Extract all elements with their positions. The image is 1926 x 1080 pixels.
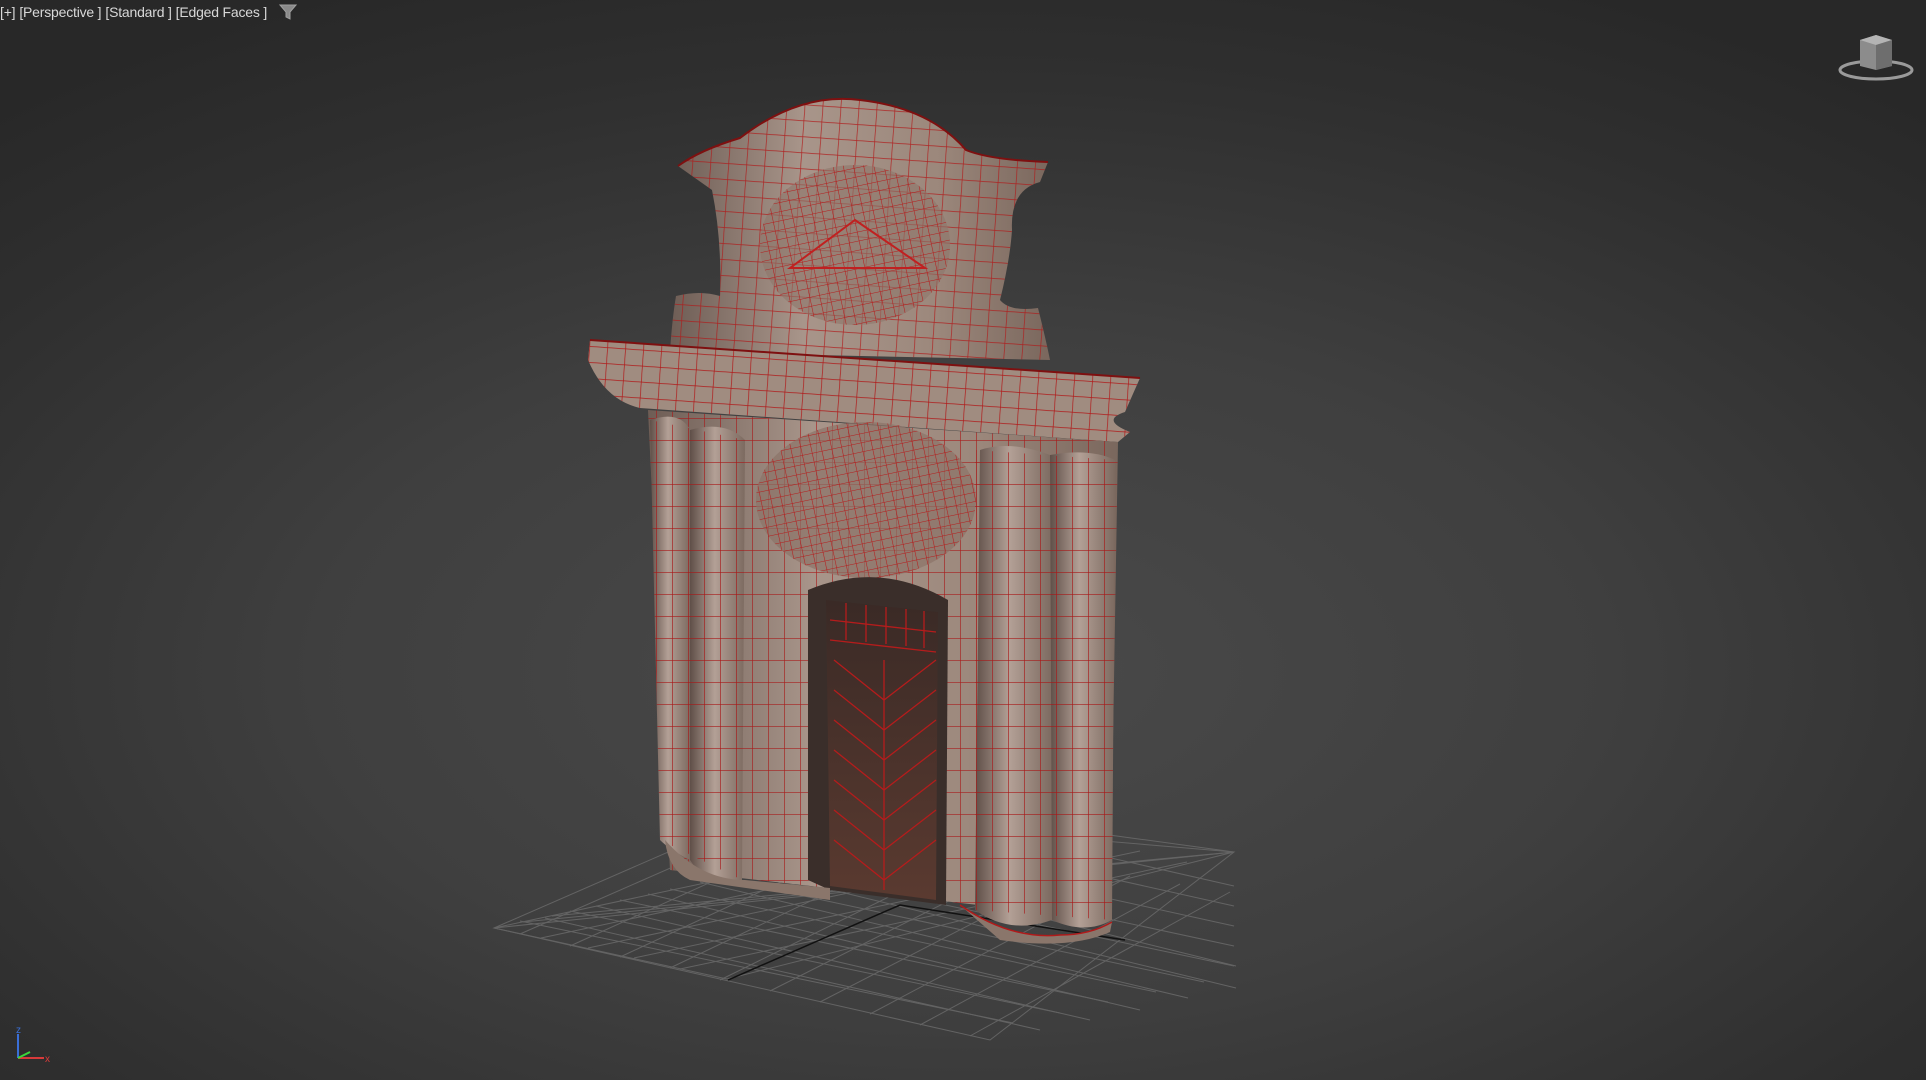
scene-canvas[interactable] [0, 0, 1926, 1080]
viewcube-icon[interactable] [1836, 30, 1916, 82]
axis-tripod-icon: z x [16, 1025, 50, 1064]
axis-z-label: z [16, 1025, 21, 1036]
perspective-viewport[interactable]: [+] [Perspective ] [Standard ] [Edged Fa… [0, 0, 1926, 1080]
axis-x-label: x [45, 1054, 50, 1064]
gate-model [588, 97, 1141, 944]
